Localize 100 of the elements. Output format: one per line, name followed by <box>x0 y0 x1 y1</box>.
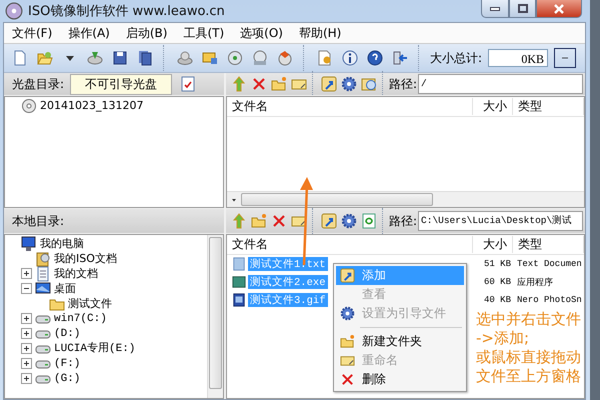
column-header[interactable]: 大小 <box>473 98 513 115</box>
tree-item[interactable]: (F:) <box>54 356 80 370</box>
file-size-cell-text: 51 KB <box>482 259 512 269</box>
minimize-button[interactable] <box>481 0 509 18</box>
vertical-scrollbar[interactable] <box>207 235 223 398</box>
plus-icon <box>23 330 30 337</box>
info-button[interactable] <box>340 48 359 68</box>
collapse-button[interactable] <box>554 48 576 68</box>
folder-screen-icon <box>202 50 218 66</box>
column-header[interactable]: 大小 <box>473 236 513 253</box>
menu-item[interactable]: 帮助(H) <box>290 24 350 42</box>
total-size-field: 0KB <box>488 49 548 67</box>
tree-item[interactable]: 测试文件 <box>68 296 112 310</box>
settings-icon <box>340 213 356 229</box>
computer-icon <box>21 236 37 252</box>
tree-item[interactable]: 我的ISO文档 <box>54 252 117 266</box>
add-button[interactable] <box>319 211 338 231</box>
disc-drive-icon <box>252 50 268 66</box>
maximize-icon <box>518 4 528 13</box>
iso-documents-icon <box>35 250 51 266</box>
new-folder-icon <box>250 213 266 229</box>
maximize-button[interactable] <box>509 0 536 18</box>
new-document-icon <box>12 50 28 66</box>
path-field[interactable]: C:\Users\Lucia\Desktop\测试 <box>418 211 583 231</box>
path-label: 路径: <box>389 212 418 230</box>
expand-toggle[interactable] <box>21 313 32 324</box>
minus-icon <box>23 285 30 292</box>
total-size-label: 大小总计: <box>430 50 482 66</box>
plus-icon <box>23 345 30 352</box>
tree-item[interactable]: win7(C:) <box>54 312 107 326</box>
disc-flame-icon <box>276 50 292 66</box>
file-size-cell-text: 40 KB <box>482 295 512 305</box>
menu-item[interactable]: 操作(A) <box>60 24 118 42</box>
menu-item[interactable]: 启动(B) <box>118 24 176 42</box>
context-menu-item[interactable]: 新建文件夹 <box>336 332 464 351</box>
file-type-cell-text: Nero PhotoSn <box>516 295 583 305</box>
file-size-cell-text: 60 KB <box>482 277 512 287</box>
menu-item[interactable]: 文件(F) <box>4 24 60 42</box>
disc-button[interactable] <box>225 48 244 68</box>
up-folder-icon <box>230 213 246 229</box>
delete-icon <box>340 372 354 387</box>
boot-mode-field[interactable]: 不可引导光盘 <box>70 74 172 94</box>
expand-toggle[interactable] <box>21 358 32 369</box>
settings-icon <box>340 76 356 92</box>
column-header[interactable]: 类型 <box>513 98 584 115</box>
settings-button[interactable] <box>339 74 358 94</box>
open-folder-icon <box>36 50 52 66</box>
plus-icon <box>23 360 30 367</box>
disc-extract-icon <box>86 50 102 66</box>
up-folder-icon <box>230 76 246 92</box>
close-button[interactable] <box>536 0 582 18</box>
minimize-icon <box>490 6 500 10</box>
plus-icon <box>23 270 30 277</box>
add-icon <box>340 268 354 283</box>
expand-toggle[interactable] <box>21 343 32 354</box>
disc-icon <box>226 50 242 66</box>
save-all-icon <box>136 50 152 66</box>
file-type-cell-text: 应用程序 <box>516 276 554 288</box>
settings-button[interactable] <box>339 211 358 231</box>
expand-toggle[interactable] <box>21 268 32 279</box>
close-icon <box>554 4 564 14</box>
expand-toggle[interactable] <box>21 328 32 339</box>
menu-item[interactable]: 工具(T) <box>175 24 232 42</box>
column-header[interactable]: 文件名 <box>227 236 473 253</box>
new-folder-icon <box>270 76 286 92</box>
instruction-note: 选中并右击文件 ->添加; 或鼠标直接拖动 文件至上方窗格 <box>476 310 581 386</box>
tree-item[interactable]: 我的电脑 <box>40 236 84 250</box>
tree-item[interactable]: (D:) <box>54 326 80 340</box>
help-icon <box>366 50 382 66</box>
window-title: ISO镜像制作软件 www.leawo.cn <box>28 3 226 20</box>
add-icon <box>320 76 336 92</box>
add-button[interactable] <box>319 74 338 94</box>
delete-icon <box>270 213 286 229</box>
tree-item[interactable]: 20141023_131207 <box>40 98 144 112</box>
path-field[interactable]: / <box>418 74 583 94</box>
exit-icon <box>392 50 408 66</box>
checked-document-icon <box>180 76 196 92</box>
add-icon <box>320 213 336 229</box>
info-icon <box>342 50 358 66</box>
expand-toggle[interactable] <box>21 283 32 294</box>
refresh-icon <box>360 213 376 229</box>
new-folder-icon <box>340 334 354 349</box>
help-button[interactable] <box>365 48 384 68</box>
tree-item[interactable]: 桌面 <box>54 282 76 296</box>
column-header[interactable]: 文件名 <box>227 98 473 115</box>
app-logo-icon <box>5 2 23 20</box>
expand-toggle[interactable] <box>21 373 32 384</box>
program-file-icon <box>232 275 246 289</box>
image-file-icon <box>232 293 246 307</box>
column-header[interactable]: 类型 <box>513 236 584 253</box>
horizontal-scrollbar[interactable] <box>227 191 584 207</box>
context-menu-item[interactable]: 删除 <box>336 370 464 389</box>
tree-item[interactable]: 我的文档 <box>54 266 98 280</box>
local-directory-label: 本地目录: <box>12 212 64 230</box>
disc-folder-icon <box>360 76 376 92</box>
plus-icon <box>23 375 30 382</box>
menu-item[interactable]: 选项(O) <box>232 24 291 42</box>
desktop-icon <box>35 280 51 296</box>
tree-item[interactable]: LUCIA专用(E:) <box>54 342 136 356</box>
tree-item[interactable]: (G:) <box>54 372 80 386</box>
